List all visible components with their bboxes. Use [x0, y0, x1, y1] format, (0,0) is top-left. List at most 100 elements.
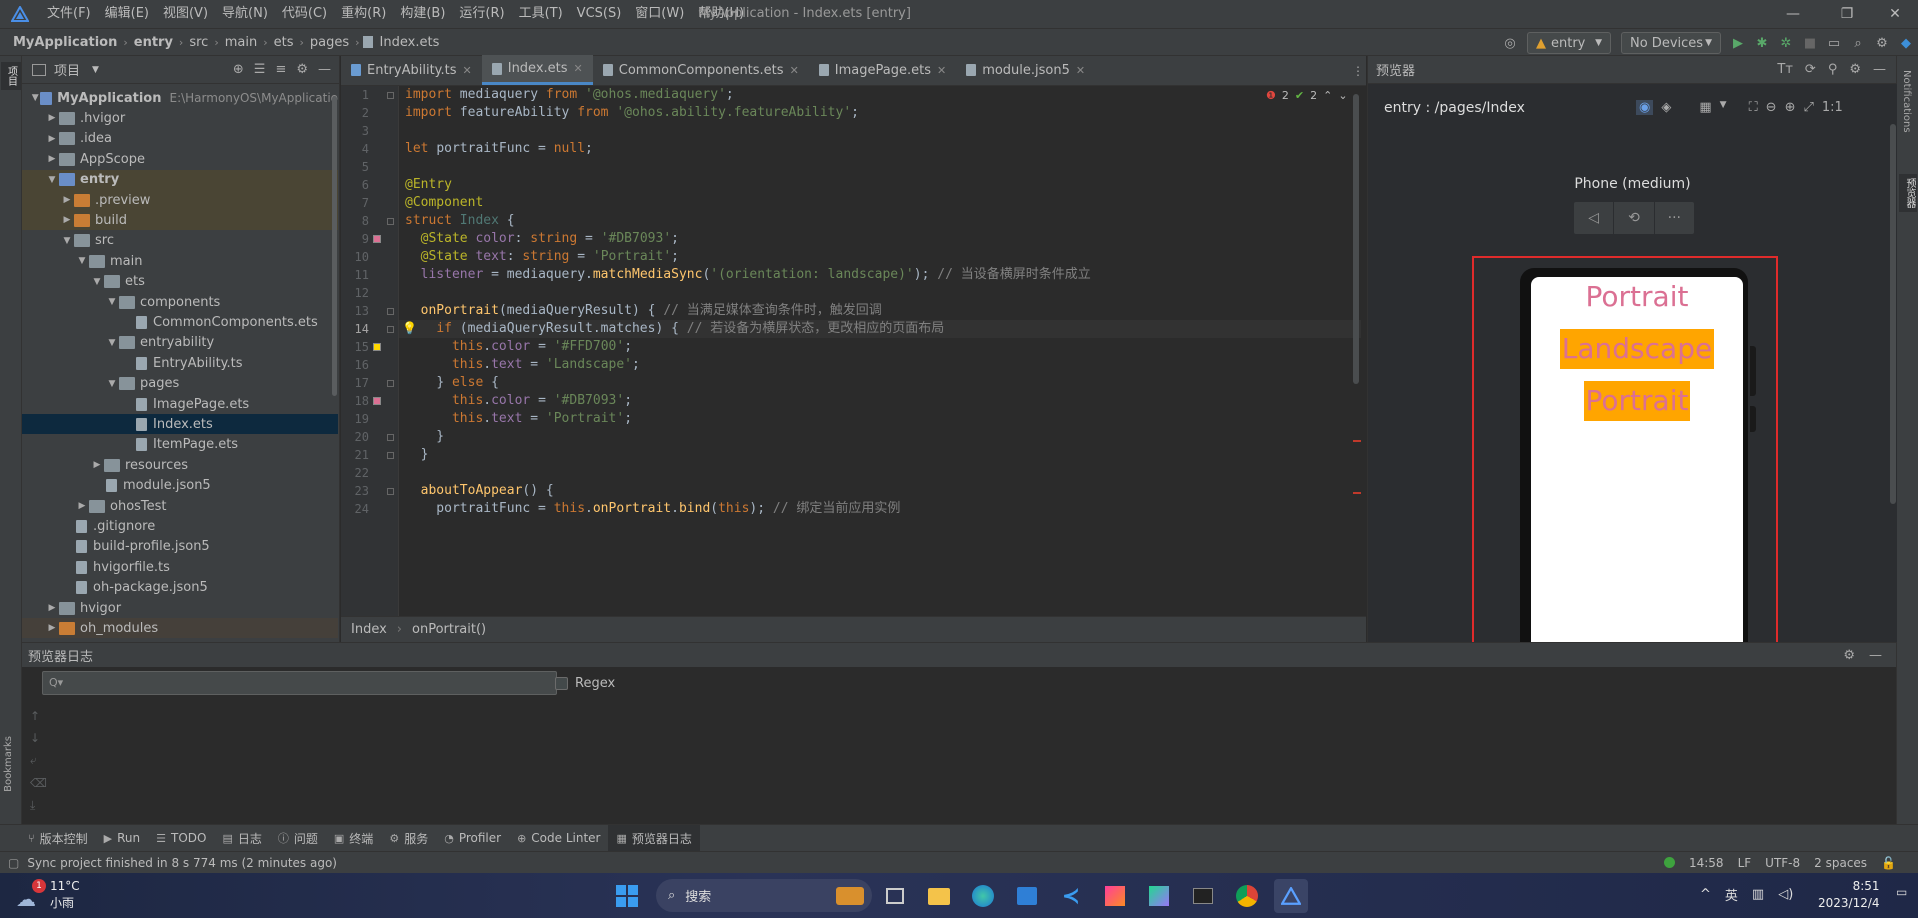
chevron-right-icon[interactable]: ▶ [45, 603, 59, 613]
tool-window-button[interactable]: ☰ TODO [148, 825, 214, 852]
error-marker[interactable] [1353, 492, 1361, 494]
previous-highlight-icon[interactable]: ⌃ [1323, 89, 1332, 102]
menu-item[interactable]: 导航(N) [215, 0, 275, 28]
zoom-out-icon[interactable]: ⊖ [1766, 100, 1777, 115]
code-line[interactable]: this.text = 'Landscape'; [405, 356, 640, 374]
network-icon[interactable]: ▥ [1752, 887, 1764, 902]
code-line[interactable]: @Entry [405, 176, 452, 194]
multi-device-icon[interactable]: ▦ [1699, 100, 1711, 115]
code-line[interactable]: } [405, 428, 444, 446]
fold-icon[interactable] [387, 218, 394, 225]
file-explorer-icon[interactable] [922, 879, 956, 913]
chevron-right-icon[interactable]: ▶ [45, 623, 59, 633]
terminal-icon[interactable] [1186, 879, 1220, 913]
refresh-icon[interactable]: ⟳ [1805, 62, 1816, 77]
tree-scrollbar[interactable] [332, 96, 337, 396]
project-tool-button[interactable]: 项目 [1, 62, 21, 90]
stop-icon[interactable]: ■ [1798, 31, 1822, 55]
maximize-button[interactable]: ❐ [1824, 0, 1870, 28]
hide-icon[interactable]: — [1873, 62, 1886, 77]
tree-item[interactable]: ▼ components [22, 292, 338, 312]
tree-item[interactable]: ▶ .hvigor [22, 108, 338, 128]
menu-item[interactable]: 运行(R) [452, 0, 511, 28]
inspector-icon[interactable]: ⚲ [1828, 62, 1838, 77]
actual-size-icon[interactable]: 1:1 [1822, 100, 1843, 115]
task-view-icon[interactable] [878, 879, 912, 913]
error-marker[interactable] [1353, 440, 1361, 442]
font-size-icon[interactable]: Tт [1777, 62, 1793, 77]
gear-icon[interactable]: ⚙ [1849, 62, 1861, 77]
tree-item[interactable]: ▶ resources [22, 455, 338, 475]
fold-icon[interactable] [387, 326, 394, 333]
tray-overflow-icon[interactable]: ^ [1700, 887, 1711, 902]
jetbrains-icon[interactable] [1098, 879, 1132, 913]
code-line[interactable]: } else { [405, 374, 499, 392]
breadcrumb-item[interactable]: Index.ets [377, 35, 443, 50]
menu-item[interactable]: 视图(V) [156, 0, 215, 28]
chevron-down-icon[interactable]: ▼ [105, 297, 119, 307]
tree-item[interactable]: ▼ main [22, 251, 338, 271]
regex-checkbox[interactable]: Regex [555, 671, 615, 695]
next-highlight-icon[interactable]: ⌄ [1338, 89, 1347, 102]
clock[interactable]: 8:51 2023/12/4 [1818, 878, 1880, 912]
line-separator[interactable]: LF [1738, 856, 1752, 870]
close-tab-icon[interactable]: ✕ [574, 62, 583, 75]
code-line[interactable]: @State text: string = 'Portrait'; [405, 248, 679, 266]
code-line[interactable]: let portraitFunc = null; [405, 140, 593, 158]
chevron-down-icon[interactable]: ▼ [1720, 100, 1727, 115]
tree-item[interactable]: EntryAbility.ts [22, 353, 338, 373]
settings-icon[interactable]: ⚙ [1870, 31, 1894, 55]
color-swatch-icon[interactable] [373, 235, 381, 243]
close-button[interactable]: ✕ [1872, 0, 1918, 28]
breadcrumb-item[interactable]: ets [271, 35, 297, 50]
breadcrumb-item[interactable]: pages [307, 35, 352, 50]
chevron-down-icon[interactable]: ▼ [30, 93, 40, 103]
tree-item[interactable]: Index.ets [22, 414, 338, 435]
volume-icon[interactable]: ◁) [1778, 887, 1793, 902]
checkbox-icon[interactable] [555, 676, 568, 690]
indent-setting[interactable]: 2 spaces [1814, 856, 1867, 870]
tree-item[interactable]: ▶ hvigor [22, 598, 338, 618]
clear-icon[interactable]: ⌫ [30, 776, 47, 790]
editor-tab[interactable]: ImagePage.ets ✕ [809, 55, 956, 85]
bookmarks-tool-button[interactable]: Bookmarks [3, 736, 14, 792]
notification-center-icon[interactable]: ▭ [1896, 885, 1907, 899]
device-select[interactable]: No Devices ▼ [1621, 32, 1721, 54]
collapse-all-icon[interactable]: ≡ [275, 62, 286, 77]
weather-text[interactable]: 11°C 小雨 [50, 878, 80, 912]
fold-icon[interactable] [387, 434, 394, 441]
tool-window-button[interactable]: ◔ Profiler [436, 825, 509, 852]
tool-window-button[interactable]: ▤ 日志 [214, 825, 269, 852]
expand-all-icon[interactable]: ☰ [254, 62, 266, 77]
scroll-end-icon[interactable]: ⤓ [30, 798, 47, 813]
chrome-icon[interactable] [1230, 879, 1264, 913]
chevron-down-icon[interactable]: ▼ [45, 175, 59, 185]
fullscreen-icon[interactable]: ⤢ [1803, 100, 1813, 115]
tool-window-button[interactable]: ▣ 终端 [326, 825, 381, 852]
fit-icon[interactable]: ⛶ [1749, 100, 1758, 115]
menu-item[interactable]: 代码(C) [275, 0, 334, 28]
target-icon[interactable]: ◎ [1498, 31, 1522, 55]
close-tab-icon[interactable]: ✕ [790, 64, 799, 77]
device-manager-icon[interactable]: ▭ [1822, 31, 1846, 55]
code-line[interactable]: onPortrait(mediaQueryResult) { // 当满足媒体查… [405, 302, 882, 320]
color-swatch-icon[interactable] [373, 397, 381, 405]
code-line[interactable]: listener = mediaquery.matchMediaSync('(o… [405, 266, 1091, 284]
chevron-down-icon[interactable]: ▼ [90, 277, 104, 287]
code-line[interactable]: this.color = '#FFD700'; [405, 338, 632, 356]
tree-item[interactable]: ItemPage.ets [22, 435, 338, 455]
fold-icon[interactable] [387, 92, 394, 99]
code-line[interactable]: } [405, 446, 429, 464]
code-line[interactable]: import featureAbility from '@ohos.abilit… [405, 104, 859, 122]
editor-tab[interactable]: CommonComponents.ets ✕ [593, 55, 809, 85]
weather-widget[interactable]: ☁ 1 [14, 879, 46, 911]
editor-tab[interactable]: Index.ets ✕ [481, 55, 593, 85]
assistant-icon[interactable]: ◆ [1894, 31, 1918, 55]
breadcrumb-item[interactable]: entry [131, 35, 176, 50]
code-line[interactable]: portraitFunc = this.onPortrait.bind(this… [405, 500, 900, 518]
scroll-up-icon[interactable]: ↑ [30, 709, 47, 723]
deveco-icon[interactable] [1274, 879, 1308, 913]
fold-icon[interactable] [387, 380, 394, 387]
run-icon[interactable]: ▶ [1726, 31, 1750, 55]
code-line[interactable]: import mediaquery from '@ohos.mediaquery… [405, 86, 734, 104]
